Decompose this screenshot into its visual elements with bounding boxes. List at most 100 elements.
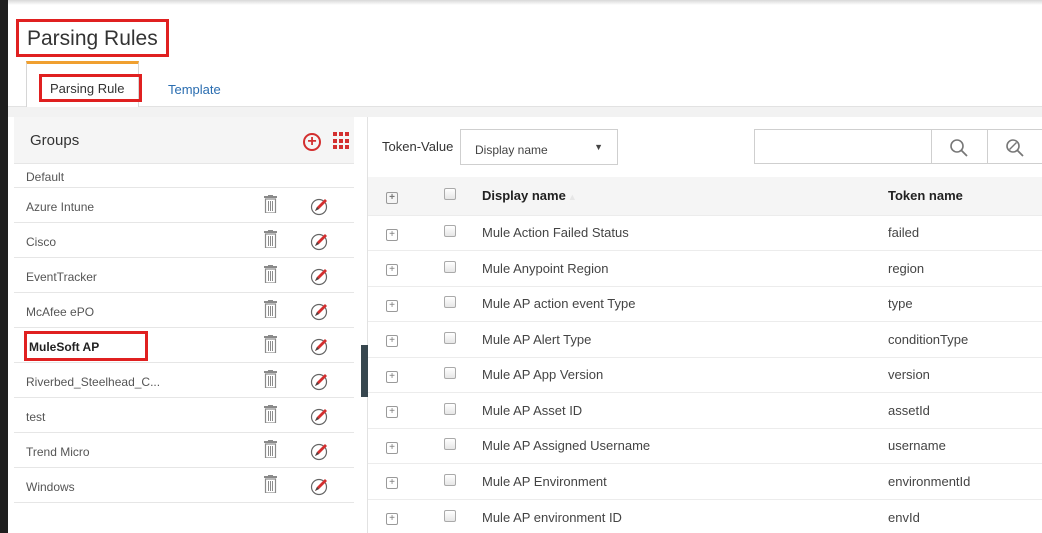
clear-search-icon xyxy=(1006,139,1024,157)
cell-token-name: username xyxy=(888,438,946,454)
row-checkbox[interactable] xyxy=(444,438,456,451)
expand-row-icon[interactable]: + xyxy=(386,370,398,383)
table-row[interactable]: + Mule Action Failed Status failed xyxy=(368,215,1042,251)
group-row[interactable]: EventTracker xyxy=(14,258,354,293)
expand-row-icon[interactable]: + xyxy=(386,406,398,419)
trash-icon[interactable] xyxy=(264,370,277,389)
row-checkbox[interactable] xyxy=(444,509,456,522)
search-icon xyxy=(950,139,968,157)
expand-row-icon[interactable]: + xyxy=(386,335,398,348)
tab-parsing-rule-label: Parsing Rule xyxy=(39,74,142,102)
edit-icon[interactable] xyxy=(310,231,330,251)
edit-icon[interactable] xyxy=(310,371,330,391)
token-table-panel: Token-Value Display name ▼ + Display nam… xyxy=(368,117,1042,533)
tab-template[interactable]: Template xyxy=(168,82,221,97)
table-header-row: + Display name ▲ Token name xyxy=(368,177,1042,215)
row-checkbox[interactable] xyxy=(444,473,456,486)
edit-icon[interactable] xyxy=(310,196,330,216)
add-group-icon[interactable]: + xyxy=(303,133,321,151)
clear-search-button[interactable] xyxy=(988,129,1042,164)
column-header-token-name[interactable]: Token name xyxy=(878,177,1042,215)
group-row[interactable]: Cisco xyxy=(14,223,354,258)
row-checkbox[interactable] xyxy=(444,296,456,309)
edit-icon[interactable] xyxy=(310,441,330,461)
expand-all-icon[interactable]: + xyxy=(386,191,398,204)
trash-icon[interactable] xyxy=(264,335,277,354)
group-label: Cisco xyxy=(26,235,57,249)
table-row[interactable]: + Mule AP action event Type type xyxy=(368,286,1042,322)
group-row[interactable]: Windows xyxy=(14,468,354,503)
group-row[interactable]: Default xyxy=(14,164,354,188)
row-checkbox[interactable] xyxy=(444,367,456,380)
groups-title: Groups xyxy=(30,132,80,149)
cell-token-name: assetId xyxy=(888,402,930,418)
edit-icon[interactable] xyxy=(310,301,330,321)
sort-asc-icon: ▲ xyxy=(567,192,577,203)
trash-icon[interactable] xyxy=(264,300,277,319)
row-checkbox[interactable] xyxy=(444,225,456,238)
expand-row-icon[interactable]: + xyxy=(386,513,398,525)
cell-display-name: Mule AP Asset ID xyxy=(482,402,583,418)
group-row[interactable]: Trend Micro xyxy=(14,433,354,468)
group-label: Azure Intune xyxy=(26,200,95,214)
caret-down-icon: ▼ xyxy=(594,142,603,152)
cell-display-name: Mule AP environment ID xyxy=(482,509,622,525)
group-row[interactable]: Azure Intune xyxy=(14,188,354,223)
trash-icon[interactable] xyxy=(264,195,277,214)
expand-row-icon[interactable]: + xyxy=(386,228,398,241)
search-input[interactable] xyxy=(754,129,932,164)
cell-token-name: type xyxy=(888,296,913,312)
group-row[interactable]: MuleSoft AP xyxy=(14,328,354,363)
group-label: Trend Micro xyxy=(26,445,90,459)
group-row[interactable]: Riverbed_Steelhead_C... xyxy=(14,363,354,398)
search-button[interactable] xyxy=(932,129,988,164)
group-row[interactable]: test xyxy=(14,398,354,433)
table-row[interactable]: + Mule AP environment ID envId xyxy=(368,499,1042,533)
trash-icon[interactable] xyxy=(264,230,277,249)
cell-display-name: Mule AP App Version xyxy=(482,367,604,383)
select-all-checkbox[interactable] xyxy=(444,188,456,201)
edit-icon[interactable] xyxy=(310,476,330,496)
expand-row-icon[interactable]: + xyxy=(386,299,398,312)
groups-header: Groups + xyxy=(14,117,354,164)
expand-row-icon[interactable]: + xyxy=(386,441,398,454)
panel-resize-handle[interactable] xyxy=(361,345,368,397)
cell-display-name: Mule AP action event Type xyxy=(482,296,636,312)
edit-icon[interactable] xyxy=(310,406,330,426)
table-row[interactable]: + Mule AP App Version version xyxy=(368,357,1042,393)
trash-icon[interactable] xyxy=(264,440,277,459)
table-toolbar: Token-Value Display name ▼ xyxy=(368,117,1042,177)
row-checkbox[interactable] xyxy=(444,260,456,273)
expand-row-icon[interactable]: + xyxy=(386,477,398,490)
expand-row-icon[interactable]: + xyxy=(386,264,398,277)
table-row[interactable]: + Mule AP Environment environmentId xyxy=(368,463,1042,500)
table-row[interactable]: + Mule AP Assigned Username username xyxy=(368,428,1042,464)
edit-icon[interactable] xyxy=(310,266,330,286)
cell-display-name: Mule AP Assigned Username xyxy=(482,438,651,454)
page-header: Parsing Rules Parsing Rule Template xyxy=(8,5,1042,109)
row-checkbox[interactable] xyxy=(444,331,456,344)
trash-icon[interactable] xyxy=(264,475,277,494)
tab-parsing-rule[interactable]: Parsing Rule xyxy=(26,61,142,109)
edit-icon[interactable] xyxy=(310,336,330,356)
column-header-display-name[interactable]: Display name ▲ xyxy=(482,177,878,215)
cell-token-name: region xyxy=(888,260,925,276)
group-label: Riverbed_Steelhead_C... xyxy=(26,375,161,389)
table-row[interactable]: + Mule AP Alert Type conditionType xyxy=(368,321,1042,358)
group-label: EventTracker xyxy=(26,270,97,284)
token-value-label: Token-Value xyxy=(382,139,454,154)
token-table: + Display name ▲ Token name + Mule Action … xyxy=(368,177,1042,533)
display-name-select-value: Display name xyxy=(475,143,548,157)
cell-display-name: Mule AP Alert Type xyxy=(482,331,592,347)
table-row[interactable]: + Mule Anypoint Region region xyxy=(368,250,1042,287)
grid-view-icon[interactable] xyxy=(333,132,351,150)
table-row[interactable]: + Mule AP Asset ID assetId xyxy=(368,392,1042,429)
row-checkbox[interactable] xyxy=(444,402,456,415)
display-name-select[interactable]: Display name ▼ xyxy=(460,129,618,165)
trash-icon[interactable] xyxy=(264,265,277,284)
trash-icon[interactable] xyxy=(264,405,277,424)
group-label: test xyxy=(26,410,46,424)
group-label: Default xyxy=(26,170,65,184)
group-label: MuleSoft AP xyxy=(24,331,148,361)
group-row[interactable]: McAfee ePO xyxy=(14,293,354,328)
